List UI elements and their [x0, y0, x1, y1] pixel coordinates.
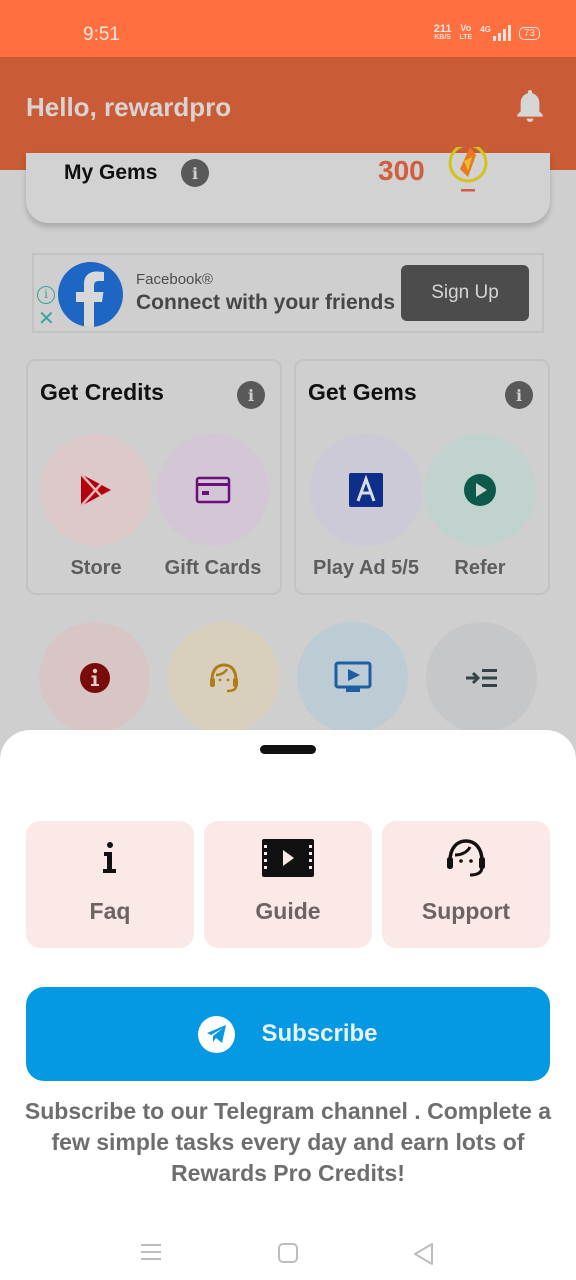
support-label: Support [421, 898, 511, 924]
network-speed: 211 KB/S [434, 24, 452, 42]
facebook-logo-icon [58, 262, 123, 327]
quick-faq-button[interactable] [39, 622, 150, 733]
battery-icon: 73 [518, 26, 540, 40]
ad-close-icon[interactable]: ✕ [38, 309, 55, 329]
get-gems-title: Get Gems [308, 379, 417, 405]
gift-cards-label: Gift Cards [164, 557, 262, 579]
faq-tile[interactable]: Faq [26, 821, 194, 948]
quick-more-button[interactable] [426, 622, 537, 733]
guide-label: Guide [255, 898, 321, 924]
credit-card-icon [195, 476, 231, 504]
refer-button[interactable] [424, 434, 536, 546]
info-icon[interactable]: i [505, 381, 533, 409]
info-icon [79, 662, 110, 693]
status-bar: 9:51 211 KB/S Vo LTE 4G 73 [0, 0, 576, 57]
ad-brand: Facebook® [136, 271, 213, 288]
subscribe-description: Subscribe to our Telegram channel . Comp… [24, 1098, 552, 1186]
back-icon[interactable] [412, 1242, 434, 1266]
volte-bottom: LTE [459, 34, 473, 41]
info-icon[interactable]: i [237, 381, 265, 409]
subscribe-button[interactable]: Subscribe [26, 987, 550, 1081]
refer-label: Refer [454, 557, 506, 579]
gift-cards-button[interactable] [157, 434, 269, 546]
ad-info-icon[interactable]: i [37, 286, 55, 304]
subscribe-label: Subscribe [261, 1020, 378, 1047]
status-time: 9:51 [83, 24, 120, 45]
play-ad-label: Play Ad 5/5 [313, 557, 419, 579]
quick-guide-button[interactable] [297, 622, 408, 733]
signal-icon: 4G [480, 25, 511, 41]
get-credits-title: Get Credits [40, 379, 164, 405]
get-credits-panel: Get Credits i Store Gift Cards [26, 359, 282, 595]
network-speed-value: 211 [433, 23, 452, 35]
play-circle-icon [464, 474, 496, 506]
store-button[interactable] [40, 434, 152, 546]
status-icons: 211 KB/S Vo LTE 4G 73 [434, 24, 540, 42]
ad-headline: Connect with your friends [136, 291, 396, 314]
gem-icon [448, 147, 488, 192]
sheet-drag-handle[interactable] [260, 745, 316, 754]
ad-banner[interactable]: i ✕ Facebook® Connect with your friends … [32, 253, 544, 333]
guide-tile[interactable]: Guide [204, 821, 372, 948]
bell-icon[interactable] [514, 87, 546, 125]
store-label: Store [70, 557, 122, 579]
quick-support-button[interactable] [168, 622, 279, 733]
network-type: 4G [480, 25, 491, 34]
play-ad-button[interactable] [310, 434, 422, 546]
info-icon [103, 842, 116, 873]
gems-value: 300 [378, 155, 425, 186]
network-speed-unit: KB/S [434, 34, 451, 41]
telegram-icon [198, 1015, 236, 1053]
ad-icon [349, 473, 383, 507]
menu-icon[interactable] [140, 1242, 162, 1262]
volte-icon: Vo LTE [460, 24, 473, 42]
system-nav-bar [0, 1220, 576, 1280]
support-tile[interactable]: Support [382, 821, 550, 948]
info-icon[interactable]: i [181, 159, 209, 187]
my-gems-label: My Gems [64, 161, 158, 184]
home-icon[interactable] [277, 1242, 299, 1264]
volte-top: Vo [460, 23, 472, 33]
bottom-sheet: Faq Guide Support Subscribe Subscribe to… [0, 730, 576, 1280]
tv-play-icon [334, 661, 371, 692]
headset-icon [447, 839, 485, 877]
indent-icon [465, 668, 497, 687]
play-store-icon [80, 473, 111, 507]
ad-sign-up-button[interactable]: Sign Up [401, 265, 529, 321]
headset-icon [209, 662, 238, 692]
greeting-title: Hello, rewardpro [26, 92, 232, 122]
get-gems-panel: Get Gems i Play Ad 5/5 Refer [294, 359, 550, 595]
video-icon [262, 839, 314, 877]
my-gems-card: My Gems i 300 [26, 147, 550, 223]
faq-label: Faq [89, 898, 131, 924]
